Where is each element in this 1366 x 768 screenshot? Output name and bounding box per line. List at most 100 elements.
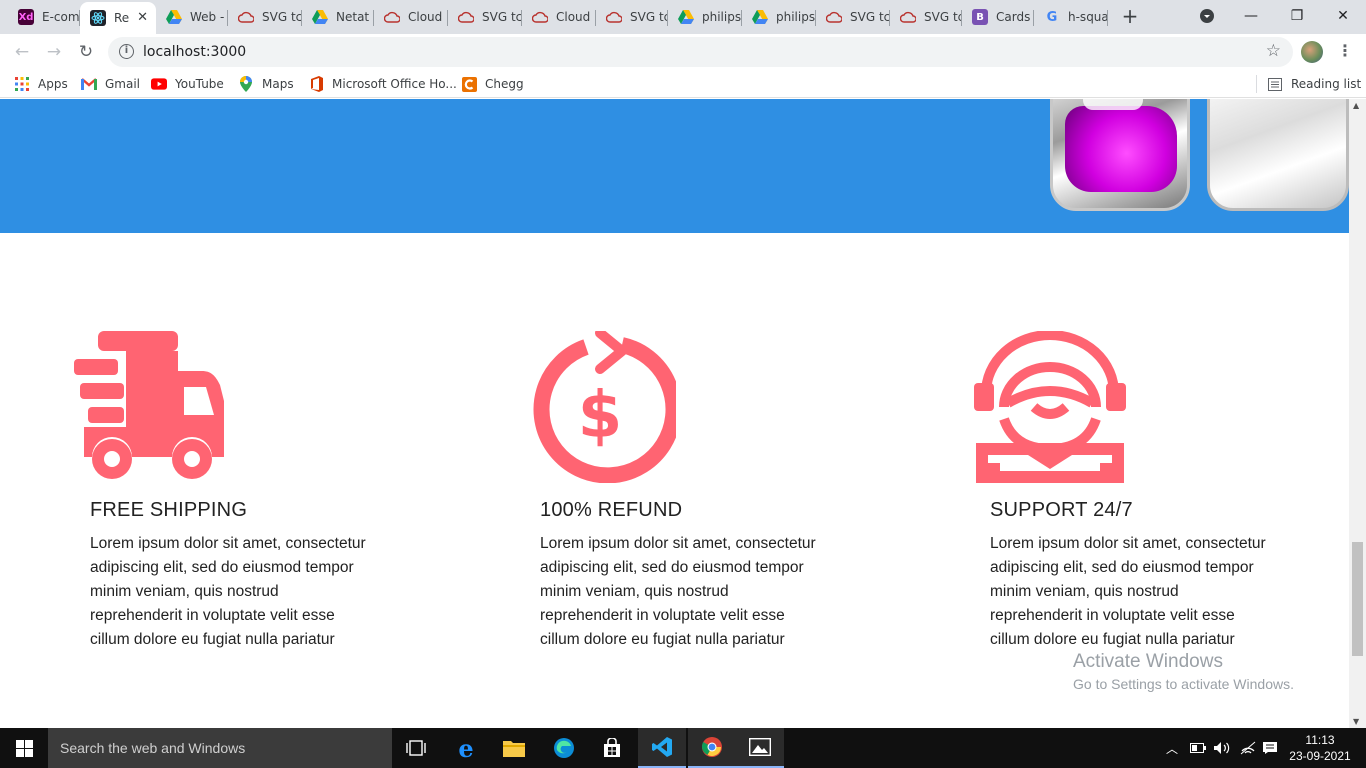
bookmark-star-icon[interactable]: ☆ <box>1266 41 1281 61</box>
volume-indicator[interactable] <box>1213 728 1231 768</box>
chrome-icon <box>701 737 722 757</box>
address-bar[interactable]: i localhost:3000 ☆ <box>108 37 1293 67</box>
feature-text: Lorem ipsum dolor sit amet, consectetur … <box>90 535 366 648</box>
close-window-button[interactable]: ✕ <box>1320 0 1366 32</box>
bookmark-label: Chegg <box>485 77 524 91</box>
back-button[interactable]: ← <box>10 40 34 64</box>
taskbar-edge[interactable] <box>540 728 588 768</box>
bootstrap-icon: B <box>972 9 988 25</box>
bookmark-gmail[interactable]: Gmail <box>81 76 140 92</box>
url-text[interactable]: localhost:3000 <box>143 44 246 60</box>
google-icon: G <box>1046 9 1058 25</box>
tab-title: SVG tc <box>630 10 668 24</box>
tab-title: SVG tc <box>262 10 302 24</box>
taskbar-search-box[interactable]: Search the web and Windows <box>48 728 392 768</box>
page-scrollbar[interactable]: ▲ ▼ <box>1349 99 1366 728</box>
photos-icon <box>749 738 771 756</box>
activate-windows-watermark: Activate Windows Go to Settings to activ… <box>1073 651 1294 692</box>
tab-cards[interactable]: B Cards <box>962 2 1034 32</box>
cloud-icon <box>458 9 474 25</box>
tab-philips[interactable]: philips <box>668 2 742 32</box>
tab-web[interactable]: Web - <box>156 2 228 32</box>
menu-kebab-icon[interactable]: ⋮ <box>1337 41 1353 60</box>
taskbar-photos[interactable] <box>736 728 784 768</box>
cloud-icon <box>532 9 548 25</box>
new-tab-button[interactable]: + <box>1118 5 1142 29</box>
taskbar-edge-legacy[interactable]: e <box>442 728 490 768</box>
tab-active[interactable]: Re ✕ <box>80 2 156 34</box>
tab-title: Cloud <box>556 10 591 24</box>
tab-title: h-squa <box>1068 10 1108 24</box>
phone-case-image <box>1207 99 1349 211</box>
taskbar-file-explorer[interactable] <box>490 728 538 768</box>
scroll-down-icon[interactable]: ▼ <box>1353 717 1359 726</box>
bookmark-apps[interactable]: Apps <box>14 76 68 92</box>
network-indicator[interactable] <box>1240 728 1256 768</box>
xd-icon: Xd <box>18 9 34 25</box>
reading-list-button[interactable]: Reading list <box>1267 76 1361 92</box>
vscode-icon <box>652 737 672 757</box>
support-agent-icon <box>974 331 1126 483</box>
task-view-button[interactable] <box>392 728 440 768</box>
delivery-truck-icon <box>74 331 224 479</box>
start-button[interactable] <box>0 728 48 768</box>
chegg-icon <box>461 76 477 92</box>
phone-case-image <box>1050 99 1190 211</box>
taskbar-store[interactable] <box>588 728 636 768</box>
feature-title: FREE SHIPPING <box>90 499 248 521</box>
page-viewport: FREE SHIPPING Lorem ipsum dolor sit amet… <box>0 99 1349 728</box>
forward-button[interactable]: → <box>42 40 66 64</box>
taskbar-clock[interactable]: 11:13 23-09-2021 <box>1282 732 1358 764</box>
info-icon[interactable]: i <box>119 44 134 59</box>
taskbar-chrome[interactable] <box>688 728 736 768</box>
tab-cloud[interactable]: Cloud <box>522 2 596 32</box>
close-tab-icon[interactable]: ✕ <box>137 10 148 25</box>
tab-svg[interactable]: SVG tc <box>816 2 890 32</box>
bookmark-label: Apps <box>38 77 68 91</box>
tab-svg[interactable]: SVG tc <box>448 2 522 32</box>
cloud-icon <box>238 9 254 25</box>
drive-icon <box>166 9 182 25</box>
bookmark-office[interactable]: Microsoft Office Ho... <box>308 76 457 92</box>
reading-list-icon <box>1267 76 1283 92</box>
tab-svg[interactable]: SVG tc <box>890 2 962 32</box>
tab-title: E-com <box>42 10 80 24</box>
tab-philips[interactable]: philips <box>742 2 816 32</box>
bookmark-label: Maps <box>262 77 294 91</box>
bookmark-label: Microsoft Office Ho... <box>332 77 457 91</box>
windows-taskbar: Search the web and Windows e ︿ 11:13 23-… <box>0 728 1366 768</box>
reload-button[interactable]: ↻ <box>74 40 98 64</box>
tab-svg[interactable]: SVG tc <box>596 2 668 32</box>
wifi-icon <box>1240 741 1256 755</box>
tab-title: Re <box>114 11 130 25</box>
hero-banner <box>0 99 1349 233</box>
chevron-up-icon: ︿ <box>1166 741 1179 756</box>
tab-svg[interactable]: SVG tc <box>228 2 302 32</box>
bookmark-maps[interactable]: Maps <box>238 76 294 92</box>
edge-legacy-icon: e <box>458 733 474 763</box>
show-hidden-icons[interactable]: ︿ <box>1166 728 1178 768</box>
cloud-icon <box>606 9 622 25</box>
tab-ecom[interactable]: Xd E-com <box>8 2 80 32</box>
action-center-button[interactable] <box>1262 728 1278 768</box>
folder-icon <box>503 741 525 757</box>
taskbar-vscode[interactable] <box>638 728 686 768</box>
scrollbar-thumb[interactable] <box>1352 542 1363 656</box>
bookmark-youtube[interactable]: YouTube <box>151 76 224 92</box>
svg-text:$: $ <box>578 379 623 453</box>
tab-netat[interactable]: Netat <box>302 2 374 32</box>
tab-cloud[interactable]: Cloud <box>374 2 448 32</box>
tab-google[interactable]: G h-squa <box>1034 2 1108 32</box>
bookmark-label: Gmail <box>105 77 141 91</box>
bookmark-chegg[interactable]: Chegg <box>461 76 524 92</box>
chevron-down-icon <box>1200 9 1214 23</box>
scroll-up-icon[interactable]: ▲ <box>1353 101 1359 110</box>
battery-indicator[interactable] <box>1190 728 1206 768</box>
profile-avatar[interactable] <box>1301 41 1323 63</box>
feature-text: Lorem ipsum dolor sit amet, consectetur … <box>990 535 1266 648</box>
tab-search-button[interactable] <box>1184 0 1230 32</box>
tab-title: Cloud <box>408 10 443 24</box>
minimize-button[interactable]: — <box>1228 0 1274 32</box>
tab-title: Web - <box>190 10 225 24</box>
restore-button[interactable]: ❐ <box>1274 0 1320 32</box>
